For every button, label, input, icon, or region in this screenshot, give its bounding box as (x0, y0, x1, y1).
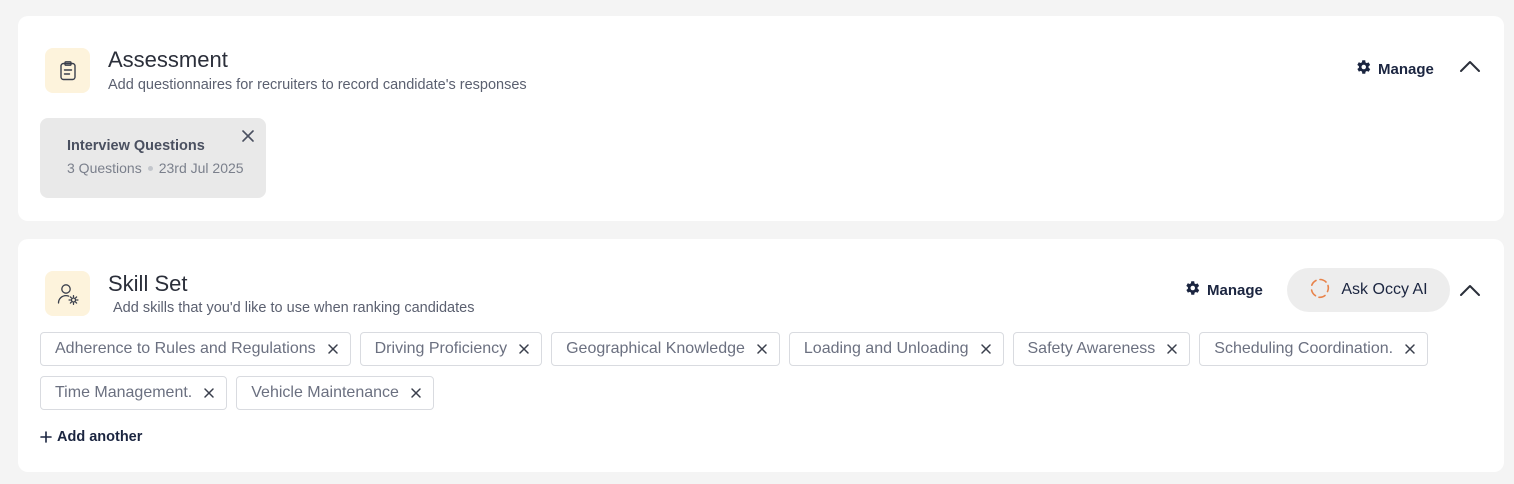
questionnaire-count: 3 Questions (67, 160, 142, 176)
remove-skill-button[interactable] (409, 386, 423, 400)
assessment-manage-button[interactable]: Manage (1354, 58, 1434, 80)
skill-chip-label: Loading and Unloading (803, 340, 969, 357)
questionnaire-title: Interview Questions (67, 138, 205, 154)
skill-chip-label: Geographical Knowledge (566, 340, 745, 357)
skill-chip-label: Safety Awareness (1027, 340, 1156, 357)
close-icon (1167, 344, 1178, 354)
chevron-up-icon (1460, 61, 1480, 72)
close-icon (757, 344, 767, 354)
separator-dot (147, 165, 153, 171)
skill-chip: Geographical Knowledge (551, 332, 780, 366)
skill-chip: Vehicle Maintenance (236, 376, 434, 410)
remove-skill-button[interactable] (326, 342, 340, 356)
skill-chip-label: Driving Proficiency (374, 340, 508, 357)
skill-chip-label: Time Management. (55, 384, 193, 401)
close-icon (411, 388, 421, 398)
questionnaire-meta: 3 Questions 23rd Jul 2025 (67, 160, 244, 176)
skill-chip: Time Management. (40, 376, 228, 410)
assessment-subtitle: Add questionnaires for recruiters to rec… (108, 77, 527, 93)
close-icon (327, 344, 338, 354)
occy-logo-icon (1309, 277, 1331, 304)
close-icon (242, 130, 254, 142)
skill-chip: Loading and Unloading (788, 332, 1004, 366)
user-gear-icon (45, 271, 90, 316)
clipboard-icon (45, 48, 90, 93)
skillset-title: Skill Set (108, 271, 188, 296)
manage-label: Manage (1378, 60, 1434, 78)
ask-occy-label: Ask Occy AI (1341, 281, 1428, 298)
remove-skill-button[interactable] (1165, 342, 1179, 356)
skillset-subtitle: Add skills that you'd like to use when r… (113, 300, 475, 316)
manage-label: Manage (1207, 281, 1263, 299)
remove-skill-button[interactable] (517, 342, 531, 356)
close-icon (980, 344, 991, 354)
chevron-up-icon (1460, 285, 1480, 296)
remove-skill-button[interactable] (1403, 342, 1417, 356)
assessment-card: Assessment Add questionnaires for recrui… (18, 16, 1504, 221)
remove-questionnaire-button[interactable] (240, 128, 256, 144)
skillset-collapse-button[interactable] (1458, 278, 1482, 302)
skill-chip: Scheduling Coordination. (1199, 332, 1429, 366)
close-icon (519, 344, 529, 354)
assessment-collapse-button[interactable] (1458, 54, 1482, 78)
skill-chip-list: Adherence to Rules and Regulations Drivin… (40, 332, 1480, 410)
skillset-card: Skill Set Add skills that you'd like to … (18, 239, 1504, 472)
skillset-manage-button[interactable]: Manage (1183, 279, 1263, 301)
questionnaire-card[interactable]: Interview Questions 3 Questions 23rd Jul… (40, 118, 266, 198)
remove-skill-button[interactable] (202, 386, 216, 400)
assessment-title: Assessment (108, 47, 228, 72)
plus-icon (40, 431, 52, 443)
questionnaire-date: 23rd Jul 2025 (158, 160, 244, 176)
skill-chip: Safety Awareness (1012, 332, 1191, 366)
skill-chip: Adherence to Rules and Regulations (40, 332, 351, 366)
skill-chip-label: Vehicle Maintenance (251, 384, 399, 401)
remove-skill-button[interactable] (979, 342, 993, 356)
gear-icon (1183, 279, 1201, 301)
skill-chip: Driving Proficiency (359, 332, 543, 366)
skill-chip-label: Scheduling Coordination. (1214, 340, 1394, 357)
gear-icon (1354, 58, 1372, 80)
skill-chip-label: Adherence to Rules and Regulations (55, 340, 316, 357)
add-another-skill-button[interactable]: Add another (40, 429, 142, 445)
add-another-label: Add another (57, 429, 143, 445)
remove-skill-button[interactable] (755, 342, 769, 356)
ask-occy-ai-button[interactable]: Ask Occy AI (1287, 268, 1450, 312)
close-icon (204, 388, 214, 398)
close-icon (1405, 344, 1415, 354)
